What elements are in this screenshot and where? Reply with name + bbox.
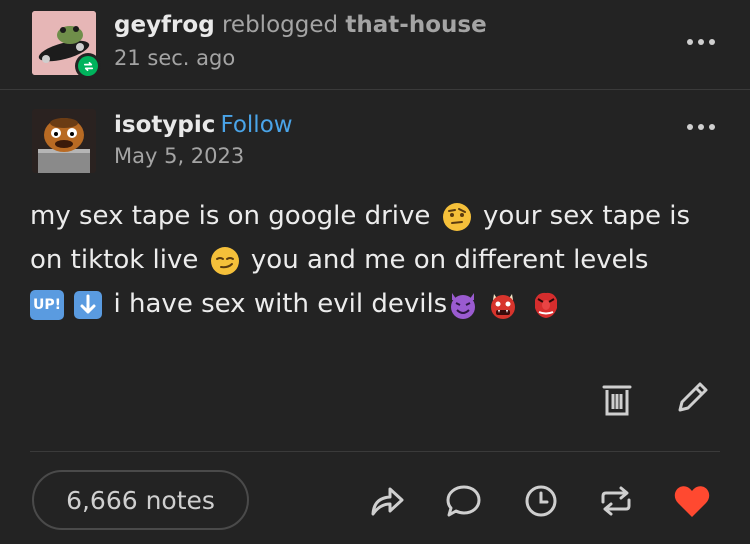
post-line-2: on tiktok live you and me on different l… [30,238,720,282]
raised-eyebrow-emoji-icon [442,202,471,231]
notes-button[interactable]: 6,666 notes [32,470,249,530]
post-line-3: UP! i have sex with evil devils [30,282,720,326]
reblog-icon[interactable] [595,481,637,521]
edit-icon[interactable] [672,378,712,418]
reblog-source[interactable]: that-house [345,12,486,38]
reblog-line: geyfrog reblogged that-house [114,12,487,38]
smirk-emoji-icon [210,246,239,275]
share-icon[interactable] [366,481,408,521]
post-text: my sex tape is on google drive [30,201,431,231]
post-line-1: my sex tape is on google drive your sex … [30,194,720,238]
notes-count: 6,666 notes [66,485,215,515]
author-avatar[interactable] [32,109,96,173]
post-author-line: isotypic Follow [114,112,293,138]
like-icon[interactable] [670,481,714,521]
history-icon[interactable] [520,481,562,521]
reblog-action: reblogged [221,12,339,38]
smiling-devil-emoji-icon [451,292,476,319]
reply-icon[interactable] [443,481,485,521]
post-text: on tiktok live [30,245,199,275]
reblog-time[interactable]: 21 sec. ago [114,46,235,70]
divider [0,89,750,90]
grouch-avatar-image [32,109,96,173]
delete-icon[interactable] [598,378,636,420]
goblin-emoji-icon [535,292,558,318]
post-body: my sex tape is on google drive your sex … [30,194,720,326]
divider [30,451,720,452]
more-options-icon[interactable] [687,124,715,130]
ogre-emoji-icon [491,293,516,319]
post-text: i have sex with evil devils [113,289,448,319]
author-name[interactable]: isotypic [114,112,215,138]
follow-button[interactable]: Follow [220,112,292,138]
post-date[interactable]: May 5, 2023 [114,144,244,168]
reblogger-name[interactable]: geyfrog [114,12,215,38]
more-options-icon[interactable] [687,39,715,45]
down-arrow-emoji-icon [74,290,103,319]
up-button-emoji-icon: UP! [30,289,64,320]
post-text: you and me on different levels [250,245,649,275]
reblog-badge-icon [75,53,101,79]
post-text: your sex tape is [482,201,691,231]
